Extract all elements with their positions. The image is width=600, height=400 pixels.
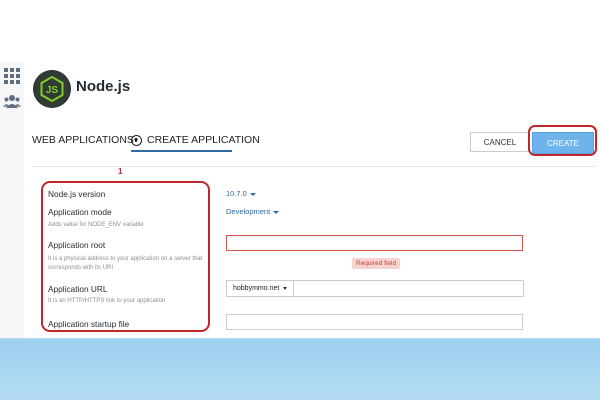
nodejs-version-value: 10.7.0 <box>226 189 247 198</box>
startup-file-input[interactable] <box>226 314 523 330</box>
plus-circle-icon <box>131 134 142 146</box>
application-root-label: Application root <box>48 240 106 250</box>
required-field-error: Required field <box>352 258 401 269</box>
create-application-panel: JS Node.js WEB APPLICATIONS CREATE APPLI… <box>24 62 600 338</box>
nodejs-logo-icon: JS <box>33 70 71 108</box>
application-url-label: Application URL <box>48 284 108 294</box>
chevron-down-icon <box>283 287 288 290</box>
nodejs-version-label: Node.js version <box>48 189 106 199</box>
browser-frame <box>0 0 600 62</box>
tab-web-applications[interactable]: WEB APPLICATIONS <box>32 134 134 146</box>
application-mode-hint: Adds value for NODE_ENV variable <box>48 222 144 228</box>
application-mode-label: Application mode <box>48 207 112 217</box>
application-mode-dropdown[interactable]: Development <box>226 207 280 216</box>
application-mode-value: Development <box>226 207 271 216</box>
domain-value: hobbymmo.net <box>233 285 280 292</box>
application-url-hint: It is an HTTP/HTTPS link to your applica… <box>48 298 166 304</box>
tab-create-label: CREATE APPLICATION <box>147 134 260 146</box>
tab-create-application[interactable]: CREATE APPLICATION <box>131 134 260 146</box>
users-icon[interactable] <box>3 94 21 108</box>
domain-dropdown[interactable]: hobbymmo.net <box>226 280 295 297</box>
active-tab-indicator <box>131 150 232 152</box>
page-title: Node.js <box>76 78 131 95</box>
chevron-down-icon <box>249 192 256 196</box>
apps-grid-icon[interactable] <box>4 68 20 84</box>
form-divider <box>32 166 596 167</box>
startup-file-label: Application startup file <box>48 319 130 329</box>
left-sidebar <box>0 62 25 338</box>
annotation-marker: 1 <box>118 167 123 176</box>
cancel-button[interactable]: CANCEL <box>470 132 530 152</box>
application-root-input[interactable] <box>226 235 523 251</box>
application-url-path-input[interactable] <box>294 280 524 297</box>
application-url-group: hobbymmo.net <box>226 280 524 297</box>
chevron-down-icon <box>273 210 280 214</box>
nodejs-version-dropdown[interactable]: 10.7.0 <box>226 189 256 198</box>
logo-text: JS <box>46 85 59 96</box>
application-root-hint: It is a physical address to your applica… <box>48 256 203 271</box>
annotation-ring-create <box>528 125 597 156</box>
